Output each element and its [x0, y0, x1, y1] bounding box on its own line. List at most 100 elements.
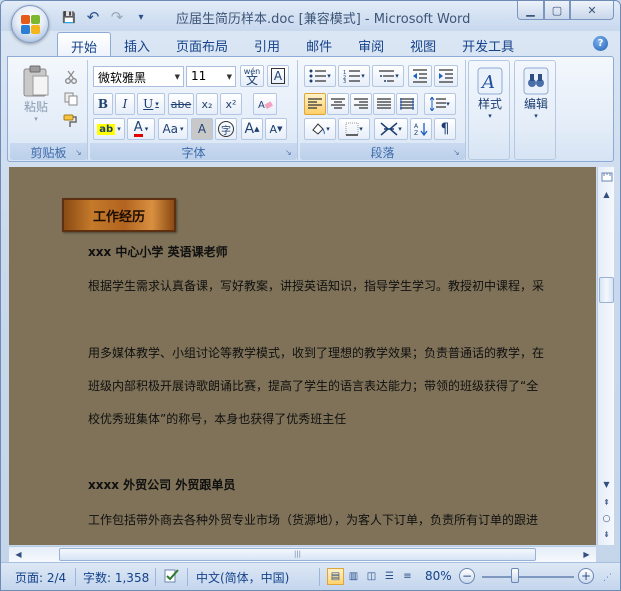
align-center-button[interactable] [327, 93, 349, 115]
chevron-down-icon: ▾ [398, 125, 402, 133]
full-screen-reading-view-icon[interactable]: ▥ [345, 568, 362, 585]
tab-mailings[interactable]: 邮件 [293, 32, 345, 56]
zoom-slider-thumb[interactable] [511, 568, 519, 583]
multilevel-list-button[interactable]: ▾ [372, 65, 404, 87]
copy-icon[interactable] [62, 88, 80, 110]
word-count[interactable]: 字数: 1,358 [83, 569, 149, 586]
increase-indent-button[interactable] [434, 65, 458, 87]
character-shading-button[interactable]: A [191, 118, 213, 140]
previous-page-icon[interactable]: ⇞ [599, 495, 614, 510]
distributed-button[interactable] [396, 93, 418, 115]
svg-text:3: 3 [343, 79, 346, 83]
scroll-left-icon[interactable]: ◀ [11, 547, 26, 562]
quick-access-toolbar: 💾 ↶ ↷ ▾ [59, 7, 151, 27]
phonetic-guide-button[interactable]: wén 文 [240, 65, 264, 87]
numbering-icon: 123 [343, 70, 361, 83]
font-launcher-icon[interactable]: ↘ [285, 148, 294, 157]
clear-formatting-icon: A [258, 100, 273, 111]
view-ruler-icon[interactable] [599, 169, 614, 184]
vertical-scrollbar[interactable]: ▲ ▼ ⇞ ○ ⇟ [597, 167, 614, 545]
tab-review[interactable]: 审阅 [345, 32, 397, 56]
align-left-button[interactable] [304, 93, 326, 115]
bold-button[interactable]: B [93, 93, 113, 115]
paste-button[interactable]: 粘贴 ▾ [18, 64, 54, 123]
draft-view-icon[interactable]: ≡ [399, 568, 416, 585]
underline-button[interactable]: U ▾ [137, 93, 165, 115]
chevron-down-icon: ▾ [534, 112, 538, 120]
tab-home[interactable]: 开始 [57, 32, 112, 56]
proofing-icon[interactable] [163, 567, 181, 588]
redo-icon[interactable]: ↷ [107, 8, 127, 26]
subscript-button[interactable]: x₂ [196, 93, 218, 115]
page-count[interactable]: 页面: 2/4 [15, 569, 66, 586]
italic-button[interactable]: I [115, 93, 135, 115]
show-formatting-button[interactable]: ¶ [434, 118, 456, 140]
decrease-indent-button[interactable] [408, 65, 432, 87]
align-right-button[interactable] [350, 93, 372, 115]
numbering-button[interactable]: 1 2 3 ▾ [338, 65, 370, 87]
tab-insert[interactable]: 插入 [111, 32, 163, 56]
chinese-layout-button[interactable]: ▾ [374, 118, 408, 140]
save-icon[interactable]: 💾 [59, 8, 79, 26]
paste-dropdown-icon[interactable]: ▾ [34, 115, 38, 123]
scroll-right-icon[interactable]: ▶ [579, 547, 594, 562]
paragraph-mark-icon: ¶ [440, 121, 450, 137]
cut-icon[interactable] [62, 66, 80, 88]
horizontal-scroll-thumb[interactable]: ||| [59, 548, 536, 561]
office-button[interactable] [11, 5, 49, 43]
close-button[interactable]: ✕ [570, 1, 614, 20]
editing-button[interactable]: 编辑 ▾ [517, 67, 555, 120]
bullets-button[interactable]: ▾ [304, 65, 336, 87]
outline-view-icon[interactable]: ☰ [381, 568, 398, 585]
tab-developer[interactable]: 开发工具 [449, 32, 527, 56]
grow-font-button[interactable]: A ▲ [241, 118, 263, 140]
customize-qat-icon[interactable]: ▾ [131, 8, 151, 26]
tab-view[interactable]: 视图 [397, 32, 449, 56]
zoom-level[interactable]: 80% [425, 569, 452, 583]
zoom-slider-track[interactable] [482, 576, 574, 578]
undo-icon[interactable]: ↶ [83, 8, 103, 26]
minimize-button[interactable]: ▁ [517, 1, 544, 20]
borders-button[interactable]: ▾ [338, 118, 370, 140]
shading-button[interactable]: ▾ [304, 118, 336, 140]
vertical-scroll-thumb[interactable] [599, 277, 614, 303]
select-browse-object-icon[interactable]: ○ [599, 511, 614, 526]
enclose-characters-button[interactable]: 字 [215, 118, 237, 140]
print-layout-view-icon[interactable]: ▤ [327, 568, 344, 585]
font-family-value: 微软雅黑 [98, 71, 147, 85]
highlight-button[interactable]: ab ▾ [93, 118, 125, 140]
clear-formatting-button[interactable]: A [253, 93, 277, 115]
zoom-in-icon[interactable]: + [578, 568, 594, 584]
document-canvas[interactable]: 工作经历 xxx 中心小学 英语课老师 根据学生需求认真备课，写好教案，讲授英语… [9, 167, 596, 545]
help-icon[interactable]: ? [593, 36, 608, 51]
web-layout-view-icon[interactable]: ◫ [363, 568, 380, 585]
language-indicator[interactable]: 中文(简体，中国) [196, 569, 289, 586]
next-page-icon[interactable]: ⇟ [599, 527, 614, 542]
tab-references[interactable]: 引用 [241, 32, 293, 56]
tab-page-layout[interactable]: 页面布局 [163, 32, 241, 56]
resize-grip-icon[interactable]: ⋰ [603, 573, 612, 583]
zoom-out-icon[interactable]: − [459, 568, 475, 584]
strikethrough-button[interactable]: abe [168, 93, 194, 115]
format-painter-icon[interactable] [62, 110, 80, 132]
superscript-button[interactable]: x² [220, 93, 242, 115]
sort-button[interactable]: AZ [410, 118, 432, 140]
shrink-font-button[interactable]: A ▼ [265, 118, 287, 140]
horizontal-scrollbar[interactable]: ◀ ||| ▶ [9, 546, 596, 562]
paragraph-launcher-icon[interactable]: ↘ [453, 148, 462, 157]
justify-button[interactable] [373, 93, 395, 115]
job-title-line: xxxx 外贸公司 外贸跟单员 [88, 478, 236, 492]
font-size-value: 11 [191, 69, 207, 83]
styles-button[interactable]: A 样式 ▾ [471, 67, 509, 120]
change-case-button[interactable]: Aa ▾ [158, 118, 188, 140]
font-family-combo[interactable]: 微软雅黑 ▼ [93, 66, 184, 87]
scroll-up-icon[interactable]: ▲ [599, 187, 614, 202]
clipboard-launcher-icon[interactable]: ↘ [75, 148, 84, 157]
office-logo-icon [21, 15, 41, 35]
character-border-button[interactable]: A [267, 65, 289, 87]
maximize-button[interactable]: ▢ [544, 1, 570, 20]
scroll-down-icon[interactable]: ▼ [599, 477, 614, 492]
font-size-combo[interactable]: 11 ▼ [186, 66, 236, 87]
font-color-button[interactable]: A ▾ [127, 118, 155, 140]
line-spacing-button[interactable]: ▾ [424, 93, 456, 115]
